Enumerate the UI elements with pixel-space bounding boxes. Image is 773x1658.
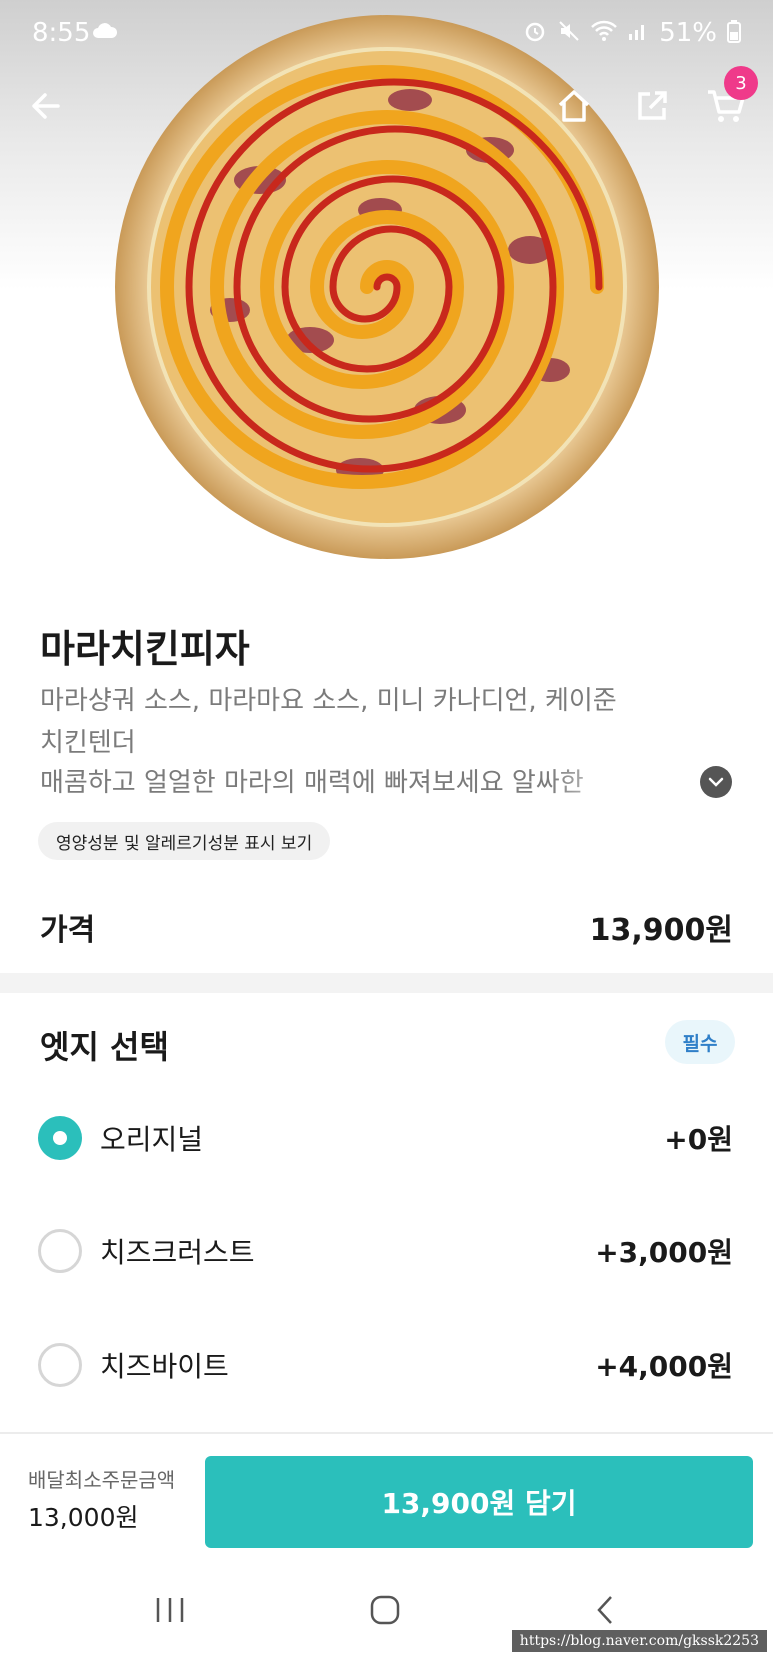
battery-icon [727, 19, 741, 47]
edge-option-original[interactable]: 오리지널 +0원 [0, 1098, 773, 1178]
cart-button[interactable]: 3 [700, 66, 758, 132]
price-label: 가격 [40, 913, 96, 948]
option-price: +3,000원 [595, 1236, 733, 1269]
option-price: +4,000원 [595, 1350, 733, 1383]
back-chevron-icon [597, 1596, 612, 1624]
description-line: 마라샹궈 소스, 마라마요 소스, 미니 카나디언, 케이준 [40, 686, 617, 716]
radio-button[interactable] [38, 1229, 82, 1273]
home-button[interactable] [548, 80, 600, 132]
product-title: 마라치킨피자 [40, 627, 250, 671]
radio-button[interactable] [38, 1343, 82, 1387]
min-order-value: 13,000원 [28, 1503, 139, 1532]
option-label: 오리지널 [100, 1123, 204, 1156]
cart-count-badge: 3 [724, 66, 758, 100]
wifi-icon [591, 20, 618, 46]
product-image-area: 8:55 51% 3 [0, 0, 773, 570]
system-nav-bar: https://blog.naver.com/gkssk2253 [0, 1562, 773, 1658]
recent-apps-icon [156, 1598, 184, 1622]
product-description: 마라샹궈 소스, 마라마요 소스, 미니 카나디언, 케이준 치킨텐더 [40, 680, 680, 764]
home-icon [558, 90, 590, 122]
watermark: https://blog.naver.com/gkssk2253 [511, 1630, 767, 1652]
status-time: 8:55 [32, 18, 91, 48]
min-order-label: 배달최소주문금액 [28, 1468, 176, 1492]
edge-option-cheese-bite[interactable]: 치즈바이트 +4,000원 [0, 1325, 773, 1405]
alarm-icon [523, 19, 547, 47]
expand-description-button[interactable] [700, 766, 732, 798]
option-price: +0원 [664, 1123, 733, 1156]
recent-apps-button[interactable] [140, 1590, 200, 1630]
mute-icon [557, 19, 581, 47]
order-bar: 배달최소주문금액 13,000원 13,900원 담기 [0, 1432, 773, 1562]
nutrition-info-chip[interactable]: 영양성분 및 알레르기성분 표시 보기 [38, 822, 331, 860]
home-nav-button[interactable] [355, 1590, 415, 1630]
edge-section-title: 엣지 선택 [40, 1028, 169, 1066]
price-value: 13,900원 [589, 913, 733, 948]
battery-percent: 51% [659, 18, 717, 48]
back-arrow-icon [32, 93, 60, 119]
radio-button[interactable] [38, 1116, 82, 1160]
share-icon [638, 91, 667, 120]
option-label: 치즈바이트 [100, 1350, 229, 1383]
edge-option-cheese-crust[interactable]: 치즈크러스트 +3,000원 [0, 1211, 773, 1291]
signal-icon [627, 20, 649, 46]
back-button[interactable] [20, 80, 72, 132]
chevron-down-icon [708, 777, 724, 787]
status-bar: 8:55 51% [0, 0, 773, 70]
add-to-cart-button[interactable]: 13,900원 담기 [205, 1456, 753, 1548]
required-badge: 필수 [665, 1020, 735, 1064]
cloud-icon [92, 20, 118, 46]
share-button[interactable] [626, 80, 678, 132]
home-circle-icon [370, 1595, 400, 1625]
description-truncated: 매콤하고 얼얼한 마라의 매력에 빠져보세요 알싸한 [40, 768, 584, 798]
status-icons: 51% [523, 18, 741, 48]
option-label: 치즈크러스트 [100, 1236, 255, 1269]
section-divider [0, 973, 773, 993]
back-nav-button[interactable] [575, 1590, 635, 1630]
description-line: 치킨텐더 [40, 728, 136, 758]
